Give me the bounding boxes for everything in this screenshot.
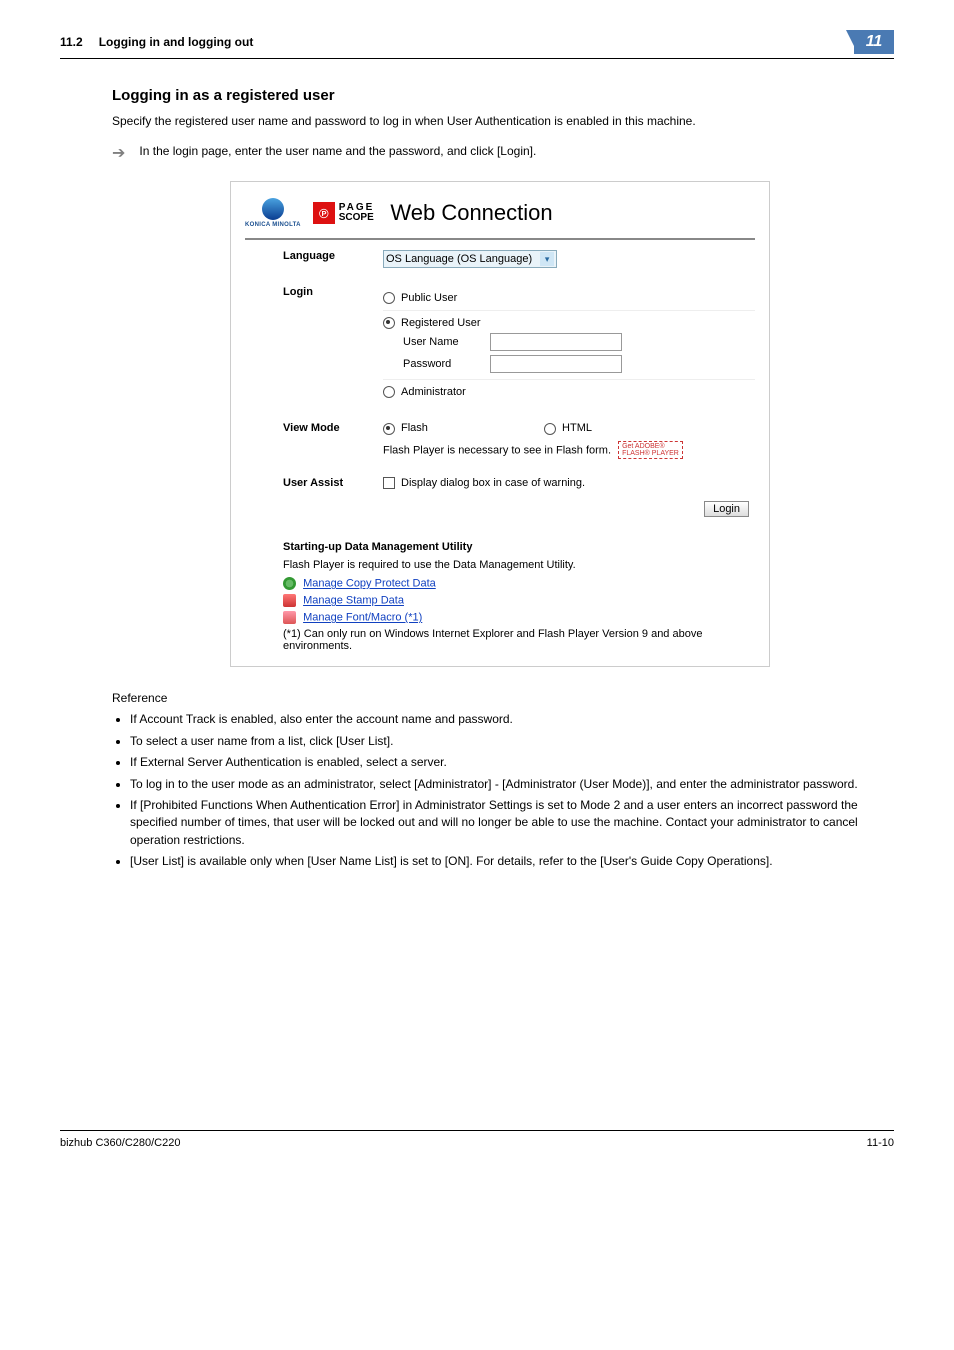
step-line: ➔ In the login page, enter the user name…: [112, 144, 894, 163]
pagescope-icon: ℗: [313, 202, 335, 224]
view-mode-label: View Mode: [283, 422, 383, 434]
manage-copy-protect-link[interactable]: Manage Copy Protect Data: [303, 578, 436, 590]
flash-radio[interactable]: [383, 423, 395, 435]
user-assist-row: User Assist Display dialog box in case o…: [245, 467, 755, 531]
konica-minolta-logo: KONICA MINOLTA: [245, 198, 301, 228]
web-connection-text: Web Connection: [390, 200, 552, 226]
user-assist-text: Display dialog box in case of warning.: [401, 477, 585, 489]
reference-item: To select a user name from a list, click…: [130, 733, 870, 750]
reference-item: [User List] is available only when [User…: [130, 853, 870, 870]
user-assist-label: User Assist: [283, 477, 383, 489]
arrow-icon: ➔: [112, 144, 125, 163]
language-label: Language: [283, 250, 383, 262]
brand-small-text: KONICA MINOLTA: [245, 222, 301, 228]
pagescope-text: PAGE SCOPE: [339, 203, 375, 223]
dmu-title: Starting-up Data Management Utility: [283, 541, 755, 553]
page-header: 11.2 Logging in and logging out 11: [60, 30, 894, 59]
footer-model: bizhub C360/C280/C220: [60, 1137, 180, 1149]
manage-stamp-link[interactable]: Manage Stamp Data: [303, 595, 404, 607]
user-name-input[interactable]: [490, 333, 622, 351]
user-name-label: User Name: [403, 336, 459, 348]
public-user-label: Public User: [401, 292, 457, 304]
language-select[interactable]: OS Language (OS Language) ▾: [383, 250, 557, 268]
registered-user-label: Registered User: [401, 317, 480, 329]
login-screenshot: KONICA MINOLTA ℗ PAGE SCOPE Web Connecti…: [230, 181, 770, 667]
section-title: Logging in and logging out: [99, 35, 254, 49]
reference-item: If [Prohibited Functions When Authentica…: [130, 797, 870, 849]
step-text: In the login page, enter the user name a…: [139, 144, 536, 158]
reference-item: If External Server Authentication is ena…: [130, 754, 870, 771]
stamp-icon: [283, 594, 296, 607]
logo-row: KONICA MINOLTA ℗ PAGE SCOPE Web Connecti…: [245, 192, 755, 240]
password-input[interactable]: [490, 355, 622, 373]
public-user-radio[interactable]: [383, 292, 395, 304]
language-row: Language OS Language (OS Language) ▾: [245, 240, 755, 276]
chevron-down-icon: ▾: [540, 252, 554, 266]
pagescope-logo: ℗ PAGE SCOPE: [313, 202, 375, 224]
user-assist-checkbox[interactable]: [383, 477, 395, 489]
flash-note: Flash Player is necessary to see in Flas…: [383, 444, 611, 456]
dmu-footnote: (*1) Can only run on Windows Internet Ex…: [283, 628, 703, 652]
gear-icon: [283, 577, 296, 590]
font-macro-icon: [283, 611, 296, 624]
reference-item: If Account Track is enabled, also enter …: [130, 711, 870, 728]
login-button[interactable]: Login: [704, 501, 749, 517]
footer-page: 11-10: [867, 1137, 894, 1149]
login-label: Login: [283, 286, 383, 298]
intro-paragraph: Specify the registered user name and pas…: [112, 112, 872, 130]
reference-heading: Reference: [112, 691, 894, 705]
login-row: Login Public User Registered User User N…: [245, 276, 755, 412]
view-mode-row: View Mode Flash HTML Flash Player is nec…: [245, 412, 755, 467]
registered-user-radio[interactable]: [383, 317, 395, 329]
reference-item: To log in to the user mode as an adminis…: [130, 776, 870, 793]
html-radio[interactable]: [544, 423, 556, 435]
adobe-flash-badge[interactable]: Get ADOBE®FLASH® PLAYER: [618, 441, 683, 460]
section-number: 11.2: [60, 35, 83, 49]
subsection-heading: Logging in as a registered user: [112, 87, 894, 104]
language-value: OS Language (OS Language): [386, 253, 532, 265]
manage-font-macro-link[interactable]: Manage Font/Macro (*1): [303, 612, 422, 624]
dmu-note: Flash Player is required to use the Data…: [283, 559, 755, 571]
password-label: Password: [403, 358, 451, 370]
administrator-label: Administrator: [401, 386, 466, 398]
administrator-radio[interactable]: [383, 386, 395, 398]
flash-label: Flash: [401, 422, 428, 434]
html-label: HTML: [562, 422, 592, 434]
chapter-badge: 11: [854, 30, 894, 54]
globe-icon: [262, 198, 284, 220]
data-management-utility: Starting-up Data Management Utility Flas…: [245, 531, 755, 652]
reference-list: If Account Track is enabled, also enter …: [130, 711, 870, 870]
page-footer: bizhub C360/C280/C220 11-10: [60, 1130, 894, 1149]
